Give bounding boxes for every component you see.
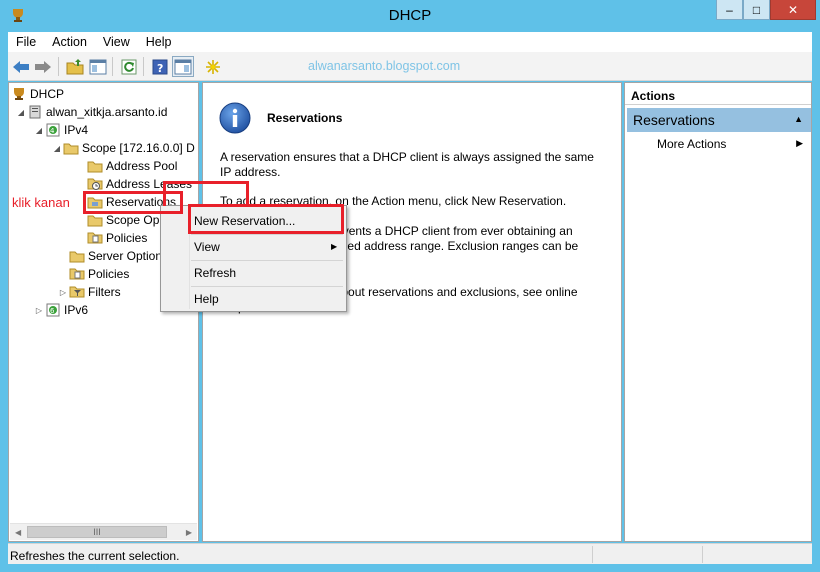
status-bar: Refreshes the current selection. [8, 543, 812, 564]
tree-label: Scope [172.16.0.0] D [82, 141, 195, 155]
tree-node-policies[interactable]: Policies [69, 265, 129, 283]
clock-folder-icon [87, 176, 103, 192]
annotation-box-new-reservation [188, 204, 344, 234]
policies-icon [87, 230, 103, 246]
tree-label: IPv6 [64, 303, 89, 317]
description-paragraph: A reservation ensures that a DHCP client… [220, 150, 594, 179]
horizontal-scrollbar[interactable]: ◀ III ▶ [10, 523, 197, 540]
info-icon [219, 102, 251, 134]
details-title: Reservations [267, 111, 343, 125]
submenu-arrow-icon: ▶ [796, 138, 803, 148]
collapsed-arrow-icon[interactable]: ▷ [57, 288, 69, 297]
tree-node-scope[interactable]: ◢ Scope [172.16.0.0] D [51, 139, 195, 157]
svg-text:6: 6 [50, 307, 55, 315]
title-bar[interactable]: DHCP – □ ✕ [0, 0, 820, 32]
minimize-button[interactable]: – [716, 0, 743, 20]
tree-label: IPv4 [64, 123, 89, 137]
dhcp-icon [11, 86, 27, 102]
folder-icon [87, 212, 103, 228]
svg-text:4: 4 [50, 127, 55, 135]
tree-label: Address Pool [106, 159, 178, 173]
tree-node-server-options[interactable]: Server Option [69, 247, 162, 265]
folder-icon [87, 158, 103, 174]
tree-label: Policies [106, 231, 148, 245]
expanded-arrow-icon[interactable]: ◢ [33, 126, 45, 135]
policies-icon [69, 266, 85, 282]
expanded-arrow-icon[interactable]: ◢ [51, 144, 63, 153]
tree-node-ipv4[interactable]: ◢ 4 IPv4 [33, 121, 88, 139]
menu-help[interactable]: Help [138, 32, 180, 52]
menu-view[interactable]: View [95, 32, 138, 52]
help-icon[interactable]: ? [149, 56, 171, 77]
tree-node-address-pool[interactable]: Address Pool [87, 157, 177, 175]
ipv6-icon: 6 [45, 302, 61, 318]
annotation-label: klik kanan [12, 195, 70, 210]
toolbar: ? alwanarsanto.blogspot.com [8, 52, 812, 81]
folder-icon [63, 140, 79, 156]
collapsed-arrow-icon[interactable]: ▷ [33, 306, 45, 315]
filter-icon [69, 284, 85, 300]
up-folder-icon[interactable] [64, 56, 86, 77]
show-hide-console-tree-icon[interactable] [87, 56, 109, 77]
menu-action[interactable]: Action [44, 32, 95, 52]
menu-file[interactable]: File [8, 32, 44, 52]
tree-node-ipv6[interactable]: ▷ 6 IPv6 [33, 301, 88, 319]
details-pane: Reservations A reservation ensures that … [202, 82, 622, 542]
tree-label: Filters [88, 285, 121, 299]
watermark-text: alwanarsanto.blogspot.com [308, 59, 461, 73]
annotation-connector [163, 181, 249, 206]
tree-node-scope-policies[interactable]: Policies [87, 229, 147, 247]
actions-pane: Actions Reservations ▲ More Actions ▶ [624, 82, 812, 542]
maximize-button[interactable]: □ [743, 0, 770, 20]
tree-label: alwan_xitkja.arsanto.id [46, 105, 168, 119]
actions-section-reservations[interactable]: Reservations ▲ [627, 108, 811, 132]
scroll-thumb[interactable]: III [27, 526, 167, 538]
menu-item-view[interactable]: View [194, 240, 220, 254]
tree-node-dhcp[interactable]: DHCP [11, 85, 64, 103]
dhcp-window: DHCP – □ ✕ File Action View Help ? alwan… [0, 0, 820, 572]
forward-icon[interactable] [32, 56, 54, 77]
refresh-icon[interactable] [118, 56, 140, 77]
scroll-left-icon[interactable]: ◀ [15, 528, 21, 537]
expanded-arrow-icon[interactable]: ◢ [15, 108, 27, 117]
tree-node-server[interactable]: ◢ alwan_xitkja.arsanto.id [15, 103, 167, 121]
show-action-pane-icon[interactable] [172, 56, 194, 77]
folder-icon [69, 248, 85, 264]
tree-node-filters[interactable]: ▷ Filters [57, 283, 121, 301]
back-icon[interactable] [10, 56, 32, 77]
svg-text:?: ? [157, 62, 163, 75]
scroll-right-icon[interactable]: ▶ [186, 528, 192, 537]
actions-section-label: Reservations [633, 112, 715, 128]
menu-item-help[interactable]: Help [194, 292, 219, 306]
close-button[interactable]: ✕ [770, 0, 816, 20]
submenu-arrow-icon: ▶ [331, 242, 338, 251]
ipv4-icon: 4 [45, 122, 61, 138]
status-text: Refreshes the current selection. [10, 549, 180, 563]
menu-item-refresh[interactable]: Refresh [194, 266, 236, 280]
tree-label: Policies [88, 267, 130, 281]
tree-label: Server Option [88, 249, 163, 263]
server-icon [27, 104, 43, 120]
console-tree: DHCP ◢ alwan_xitkja.arsanto.id ◢ 4 IPv4 … [8, 82, 199, 542]
menu-bar: File Action View Help [8, 32, 812, 52]
more-actions-item[interactable]: More Actions [657, 137, 726, 151]
tree-label: DHCP [30, 87, 65, 101]
actions-header: Actions [625, 83, 811, 105]
collapse-up-icon[interactable]: ▲ [794, 114, 803, 124]
tree-label: Scope Op [106, 213, 160, 227]
window-title: DHCP [388, 7, 432, 24]
new-star-icon[interactable] [202, 56, 224, 77]
